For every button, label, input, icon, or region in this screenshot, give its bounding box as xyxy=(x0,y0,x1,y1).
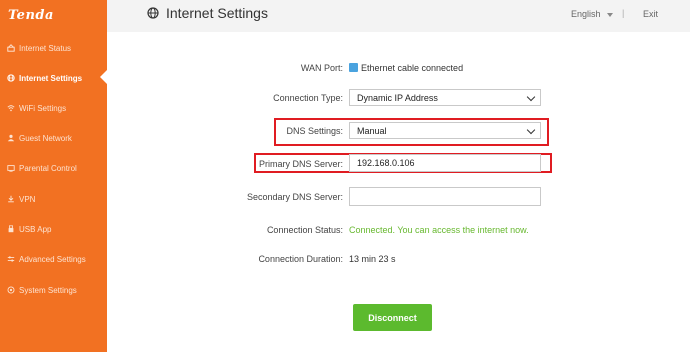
sidebar-item-label: VPN xyxy=(19,194,36,204)
sidebar-item-label: Parental Control xyxy=(19,163,77,173)
sidebar-item-label: System Settings xyxy=(19,285,77,295)
secondary-dns-label: Secondary DNS Server: xyxy=(246,192,343,202)
sidebar-item-label: USB App xyxy=(19,224,52,234)
caret-down-icon xyxy=(606,12,613,17)
sidebar: Tenda Internet Status Internet Settings … xyxy=(0,0,107,352)
wan-port-text: Ethernet cable connected xyxy=(361,63,464,73)
sidebar-item-system-settings[interactable]: System Settings xyxy=(0,279,107,301)
sidebar-item-label: WiFi Settings xyxy=(19,103,67,113)
sidebar-item-label: Internet Settings xyxy=(19,73,83,83)
sidebar-item-parental-control[interactable]: Parental Control xyxy=(0,157,107,179)
sidebar-item-label: Internet Status xyxy=(19,43,72,53)
sidebar-item-internet-status[interactable]: Internet Status xyxy=(0,37,107,59)
sidebar-item-label: Guest Network xyxy=(19,133,72,143)
active-indicator xyxy=(100,70,107,84)
primary-dns-input[interactable] xyxy=(349,154,541,172)
internet-status-icon xyxy=(6,44,15,53)
globe-icon xyxy=(147,7,159,19)
gear-icon xyxy=(6,286,15,295)
tenda-logo: Tenda xyxy=(8,8,54,23)
wifi-icon xyxy=(6,104,15,113)
parental-control-icon xyxy=(6,164,15,173)
page-title: Internet Settings xyxy=(166,5,268,21)
dns-settings-value: Manual xyxy=(357,125,387,136)
advanced-settings-icon xyxy=(6,255,15,264)
dns-settings-select[interactable]: Manual xyxy=(349,122,541,139)
connection-duration-value: 13 min 23 s xyxy=(349,254,396,264)
disconnect-button[interactable]: Disconnect xyxy=(353,304,432,331)
chevron-down-icon xyxy=(526,92,536,102)
header: Internet Settings English | Exit xyxy=(107,0,690,32)
sidebar-item-vpn[interactable]: VPN xyxy=(0,188,107,210)
header-separator: | xyxy=(622,8,625,18)
primary-dns-label: Primary DNS Server: xyxy=(258,159,343,169)
wan-port-label: WAN Port: xyxy=(300,63,343,73)
exit-link[interactable]: Exit xyxy=(643,9,658,19)
sidebar-item-guest-network[interactable]: Guest Network xyxy=(0,127,107,149)
globe-icon xyxy=(6,74,15,83)
sidebar-item-usb-app[interactable]: USB App xyxy=(0,218,107,240)
language-selector[interactable]: English xyxy=(571,9,613,19)
usb-icon xyxy=(6,225,15,234)
connection-duration-label: Connection Duration: xyxy=(258,254,343,264)
connection-type-select[interactable]: Dynamic IP Address xyxy=(349,89,541,106)
connection-status-label: Connection Status: xyxy=(266,225,343,235)
guest-network-icon xyxy=(6,134,15,143)
sidebar-item-internet-settings[interactable]: Internet Settings xyxy=(0,67,107,89)
page-title-wrap: Internet Settings xyxy=(147,5,268,21)
connection-type-label: Connection Type: xyxy=(273,93,343,103)
dns-settings-label: DNS Settings: xyxy=(286,126,343,136)
sidebar-item-label: Advanced Settings xyxy=(19,254,86,264)
connection-status-value: Connected. You can access the internet n… xyxy=(349,225,529,235)
ethernet-icon xyxy=(349,63,358,73)
connection-type-value: Dynamic IP Address xyxy=(357,92,438,103)
wan-port-value: Ethernet cable connected xyxy=(349,63,463,73)
sidebar-item-wifi-settings[interactable]: WiFi Settings xyxy=(0,97,107,119)
secondary-dns-input[interactable] xyxy=(349,187,541,206)
internet-settings-panel: WAN Port: Ethernet cable connected Conne… xyxy=(107,32,690,352)
vpn-icon xyxy=(6,195,15,204)
language-label: English xyxy=(571,9,601,19)
sidebar-item-advanced-settings[interactable]: Advanced Settings xyxy=(0,248,107,270)
chevron-down-icon xyxy=(526,125,536,135)
